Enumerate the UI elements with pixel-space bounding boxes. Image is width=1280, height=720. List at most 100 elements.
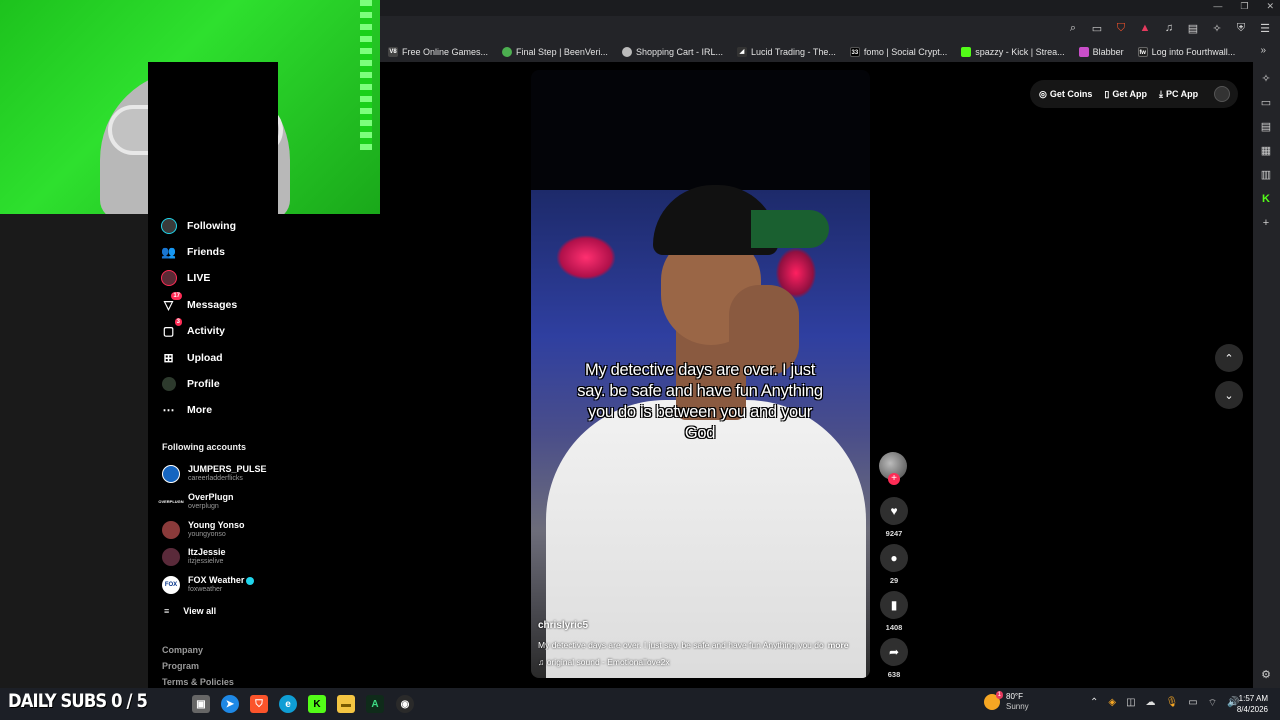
pc-app-button[interactable]: ⤓ PC App (1159, 89, 1198, 100)
bookmarks-sidebar-icon[interactable]: ▦ (1259, 144, 1273, 158)
wallet-sidebar-icon[interactable]: ▤ (1259, 120, 1273, 134)
bookmarks-overflow-button[interactable]: » (1260, 45, 1266, 56)
vpn-icon[interactable]: ⛨ (1234, 21, 1248, 35)
wifi-icon[interactable]: ⌔ (1208, 697, 1217, 710)
tray-app-icon[interactable]: ◈ (1108, 697, 1116, 710)
upload-icon: ⊞ (163, 350, 174, 365)
account-item[interactable]: OVERPLUGN OverPlugn overplugn (158, 492, 234, 511)
nav-friends[interactable]: 👥 Friends (160, 243, 225, 260)
footer-company-link[interactable]: Company (162, 645, 203, 655)
video-player[interactable]: My detective days are over. I just say. … (531, 70, 870, 678)
cast-icon[interactable]: ▭ (1090, 21, 1104, 35)
bookmark-label: Blabber (1092, 47, 1124, 57)
media-icon[interactable]: ♫ (1162, 21, 1176, 35)
nav-messages[interactable]: ▽ 17 Messages (160, 292, 237, 313)
media-sidebar-icon[interactable]: ▭ (1259, 96, 1273, 110)
nav-label: More (187, 403, 213, 416)
heart-icon[interactable]: ♥ (880, 497, 908, 525)
more-button[interactable]: more (828, 640, 849, 650)
footer-program-link[interactable]: Program (162, 661, 199, 671)
kick-icon[interactable]: K (1259, 192, 1273, 206)
bookmark[interactable]: Final Step | BeenVeri... (502, 47, 608, 57)
more-icon: ⋯ (162, 402, 175, 417)
close-icon[interactable]: ✕ (1266, 1, 1274, 12)
get-coins-button[interactable]: ◎ Get Coins (1039, 89, 1092, 100)
nav-live[interactable]: LIVE (160, 269, 210, 286)
brave-shield-icon[interactable]: ⛉ (1114, 21, 1128, 35)
nav-upload[interactable]: ⊞ Upload (160, 349, 222, 366)
bookmark-favicon (621, 47, 632, 57)
bookmark[interactable]: Shopping Cart - IRL... (621, 47, 723, 57)
account-item[interactable]: Young Yonso youngyonso (162, 520, 245, 539)
brave-icon[interactable]: ⛉ (250, 695, 268, 713)
wallet-icon[interactable]: ▤ (1186, 21, 1200, 35)
user-avatar[interactable] (1214, 86, 1231, 102)
chevron-up-icon[interactable]: ⌃ (1090, 697, 1098, 710)
share-icon[interactable]: ➦ (880, 638, 908, 666)
add-panel-icon[interactable]: + (1259, 216, 1273, 230)
account-item[interactable]: ItzJessie itzjessielive (162, 547, 226, 566)
video-author[interactable]: chrislyric5 (538, 620, 588, 631)
obs-icon[interactable]: ◉ (396, 695, 414, 713)
leo-sidebar-icon[interactable]: ✧ (1259, 72, 1273, 86)
bookmark[interactable]: fw Log into Fourthwall... (1137, 47, 1236, 57)
clock[interactable]: 1:57 AM 8/4/2026 (1232, 693, 1268, 715)
rewards-icon[interactable]: ▲ (1138, 21, 1152, 35)
bookmark[interactable]: spazzy - Kick | Strea... (961, 47, 1065, 57)
account-name: ItzJessie (188, 547, 226, 557)
nav-label: LIVE (187, 271, 211, 284)
share-action[interactable]: ➦ 638 (879, 638, 909, 679)
restore-icon[interactable]: ❐ (1240, 1, 1248, 12)
previous-video-button[interactable]: ⌃ (1215, 344, 1243, 372)
page-background (278, 214, 380, 688)
weather-condition: Sunny (1006, 702, 1029, 711)
app-icon[interactable]: ➤ (221, 695, 239, 713)
kick-app-icon[interactable]: K (308, 695, 326, 713)
bookmark-label: Log into Fourthwall... (1151, 47, 1236, 57)
reading-list-icon[interactable]: ▥ (1259, 168, 1273, 182)
task-view-icon[interactable]: ▣ (192, 695, 210, 713)
bookmark-icon[interactable]: ▮ (880, 591, 908, 619)
next-video-button[interactable]: ⌄ (1215, 381, 1243, 409)
tray-app-icon[interactable]: ◫ (1126, 697, 1135, 710)
nav-following[interactable]: Following (160, 217, 236, 234)
microphone-icon[interactable]: 🎙 (1166, 697, 1179, 710)
weather-widget[interactable]: 1 80°F Sunny (984, 691, 1029, 712)
nav-activity[interactable]: ▢ 3 Activity (160, 318, 225, 339)
time: 1:57 AM (1238, 694, 1268, 703)
edge-icon[interactable]: e (279, 695, 297, 713)
zoom-icon[interactable]: ⌕ (1066, 21, 1080, 35)
leo-icon[interactable]: ✧ (1210, 21, 1224, 35)
comment-icon[interactable]: ● (880, 544, 908, 572)
cloud-icon[interactable]: ☁ (1146, 697, 1156, 710)
account-item[interactable]: JUMPERS_PULSE careerladderflicks (162, 464, 267, 483)
like-action[interactable]: ♥ 9247 (879, 497, 909, 538)
comment-action[interactable]: ● 29 (879, 544, 909, 585)
network-icon[interactable]: ▭ (1188, 697, 1197, 710)
follow-plus-button[interactable]: + (888, 473, 900, 485)
settings-gear-icon[interactable]: ⚙ (1259, 668, 1273, 682)
nav-more[interactable]: ⋯ More (160, 401, 213, 418)
account-handle: itzjessielive (188, 558, 224, 565)
nav-label: Following (187, 219, 236, 232)
get-app-button[interactable]: ▯ Get App (1104, 89, 1147, 100)
app-icon[interactable]: A (366, 695, 384, 713)
view-all-button[interactable]: ≡ View all (164, 606, 216, 616)
footer-terms-link[interactable]: Terms & Policies (162, 677, 234, 687)
date: 8/4/2026 (1236, 705, 1268, 714)
bookmark-favicon: 33 (849, 47, 860, 57)
bookmark[interactable]: Blabber (1078, 47, 1124, 57)
nav-profile[interactable]: Profile (160, 375, 220, 392)
bookmark[interactable]: 33 fomo | Social Crypt... (849, 47, 947, 57)
minimize-icon[interactable]: — (1213, 1, 1222, 12)
video-sound[interactable]: ♫ original sound - Emotionallove2x (538, 657, 670, 667)
file-explorer-icon[interactable]: ▬ (337, 695, 355, 713)
save-action[interactable]: ▮ 1408 (879, 591, 909, 632)
bookmark-favicon (1078, 47, 1089, 57)
bookmark[interactable]: ◢ Lucid Trading - The... (736, 47, 836, 57)
system-tray: ⌃ ◈ ◫ ☁ 🎙 ▭ ⌔ 🔊 (1090, 697, 1240, 710)
get-app-label: Get App (1112, 89, 1147, 99)
account-item[interactable]: FOX FOX Weather foxweather (162, 575, 255, 594)
menu-icon[interactable]: ☰ (1258, 21, 1272, 35)
bookmark[interactable]: V8 Free Online Games... (388, 47, 488, 57)
